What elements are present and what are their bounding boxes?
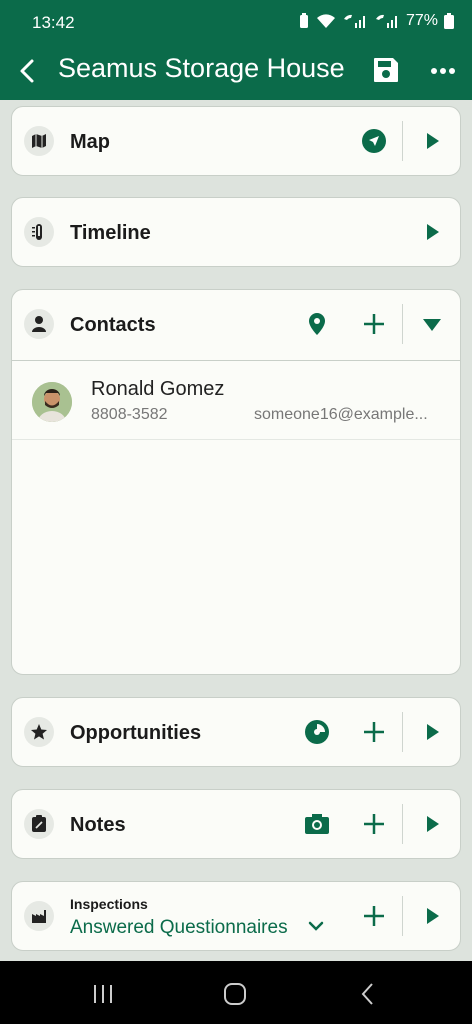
- system-navigation-bar: [0, 961, 472, 1024]
- add-note-icon[interactable]: [361, 811, 387, 837]
- expand-arrow-icon[interactable]: [419, 903, 445, 929]
- contact-list-item[interactable]: Ronald Gomez 8808-3582 someone16@example…: [12, 360, 460, 440]
- opportunities-card[interactable]: Opportunities: [11, 697, 461, 767]
- map-header[interactable]: Map: [12, 107, 460, 175]
- notes-card[interactable]: Notes: [11, 789, 461, 859]
- pie-chart-icon[interactable]: [304, 719, 330, 745]
- contacts-title: Contacts: [70, 314, 156, 336]
- star-icon: [24, 717, 54, 747]
- contact-email: someone16@example...: [254, 406, 428, 423]
- map-icon: [24, 126, 54, 156]
- more-options-icon[interactable]: [430, 58, 456, 84]
- opportunities-header[interactable]: Opportunities: [12, 698, 460, 766]
- inspections-header[interactable]: Inspections Answered Questionnaires: [12, 882, 460, 950]
- contacts-card: Contacts Ronald Gomez 8808-3582 someone1…: [11, 289, 461, 675]
- divider: [402, 712, 403, 752]
- battery-percent: 77%: [405, 12, 438, 29]
- divider: [402, 896, 403, 936]
- app-bar: Seamus Storage House: [0, 44, 472, 100]
- battery-saver-icon: [299, 13, 308, 28]
- status-icons: 77%: [298, 12, 454, 30]
- divider: [402, 804, 403, 844]
- collapse-arrow-icon[interactable]: [419, 311, 445, 337]
- expand-arrow-icon[interactable]: [419, 811, 445, 837]
- divider: [402, 304, 403, 344]
- timeline-card[interactable]: Timeline: [11, 197, 461, 267]
- home-icon[interactable]: [222, 981, 248, 1007]
- timeline-header[interactable]: Timeline: [12, 198, 460, 266]
- notes-header[interactable]: Notes: [12, 790, 460, 858]
- timeline-icon: [24, 217, 54, 247]
- person-icon: [24, 309, 54, 339]
- back-arrow-icon[interactable]: [14, 57, 42, 85]
- notes-title: Notes: [70, 814, 126, 836]
- navigation-icon[interactable]: [361, 128, 387, 154]
- expand-arrow-icon[interactable]: [419, 219, 445, 245]
- status-time: 13:42: [32, 13, 75, 32]
- inspections-label: Inspections: [70, 896, 148, 912]
- factory-icon: [24, 901, 54, 931]
- recent-apps-icon[interactable]: [90, 981, 116, 1007]
- note-icon: [24, 809, 54, 839]
- expand-arrow-icon[interactable]: [419, 128, 445, 154]
- inspections-card[interactable]: Inspections Answered Questionnaires: [11, 881, 461, 951]
- avatar: [32, 382, 72, 422]
- signal-2-icon: [375, 14, 397, 28]
- map-title: Map: [70, 131, 110, 153]
- system-back-icon[interactable]: [355, 981, 381, 1007]
- status-bar: 13:42 77%: [0, 0, 472, 44]
- contact-name: Ronald Gomez: [91, 378, 225, 400]
- add-opportunity-icon[interactable]: [361, 719, 387, 745]
- wifi-icon: [316, 14, 335, 28]
- expand-arrow-icon[interactable]: [419, 719, 445, 745]
- signal-1-icon: [343, 14, 365, 28]
- map-card[interactable]: Map: [11, 106, 461, 176]
- contact-phone: 8808-3582: [91, 406, 168, 423]
- save-icon[interactable]: [371, 55, 401, 85]
- add-inspection-icon[interactable]: [361, 903, 387, 929]
- timeline-title: Timeline: [70, 222, 151, 244]
- contacts-header[interactable]: Contacts: [12, 290, 460, 358]
- page-title: Seamus Storage House: [58, 53, 345, 83]
- location-pin-icon[interactable]: [304, 311, 330, 337]
- camera-icon[interactable]: [304, 811, 330, 837]
- add-contact-icon[interactable]: [361, 311, 387, 337]
- inspections-dropdown[interactable]: Answered Questionnaires: [70, 917, 288, 939]
- opportunities-title: Opportunities: [70, 722, 202, 744]
- battery-icon: [444, 13, 454, 29]
- divider: [402, 121, 403, 161]
- chevron-down-icon[interactable]: [306, 916, 326, 936]
